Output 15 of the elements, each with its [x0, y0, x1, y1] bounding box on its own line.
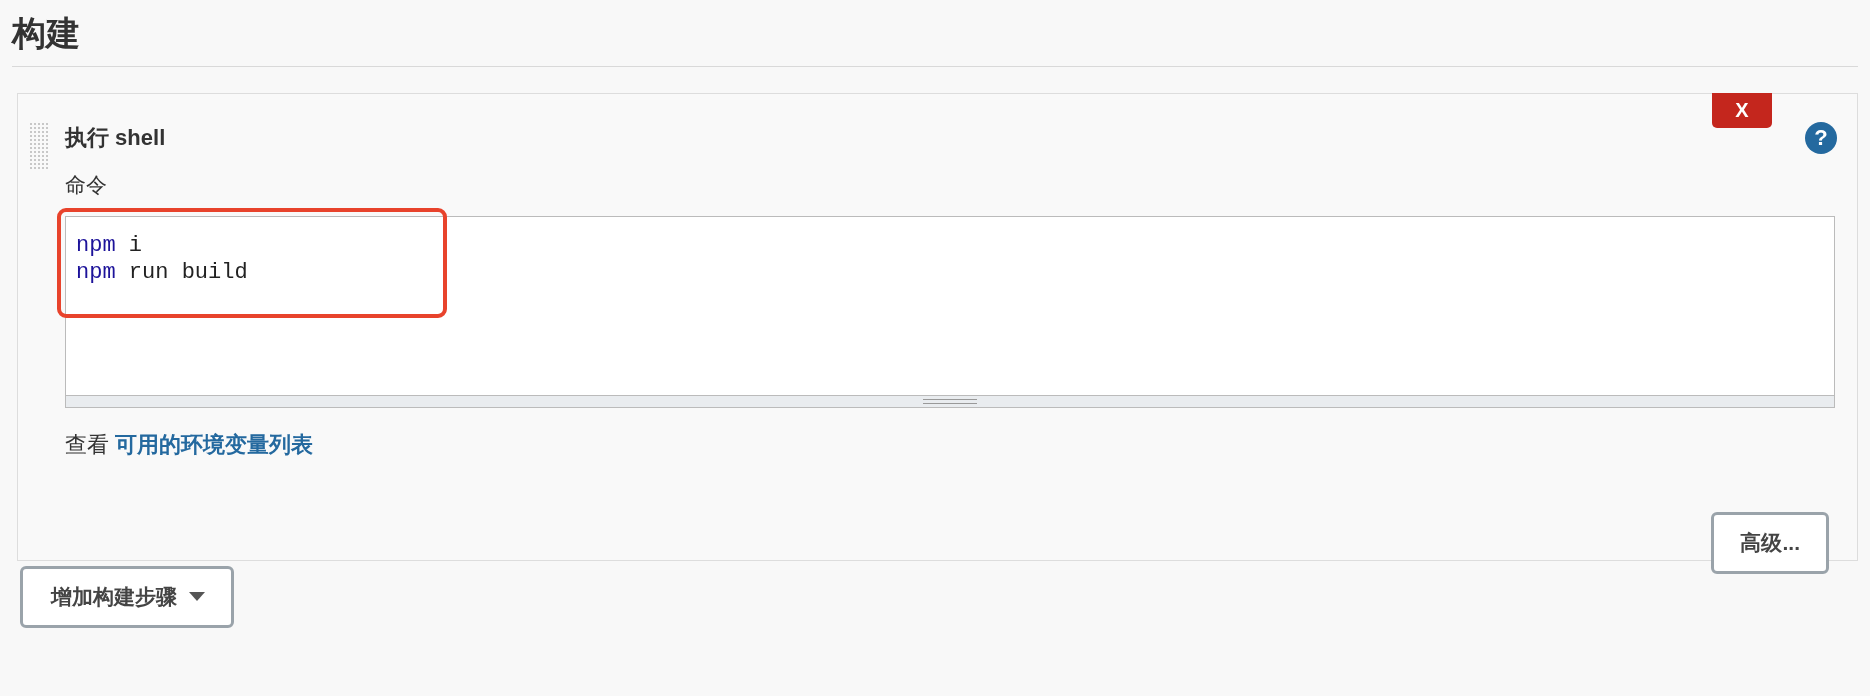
code-line: npm i [76, 232, 142, 259]
command-editor[interactable]: npm i npm run build [65, 216, 1835, 408]
advanced-button[interactable]: 高级... [1711, 512, 1829, 574]
code-line: npm run build [76, 259, 248, 286]
resize-handle[interactable] [66, 395, 1834, 407]
env-hint: 查看 可用的环境变量列表 [65, 431, 314, 459]
drag-handle-icon[interactable] [29, 122, 49, 170]
field-label: 命令 [65, 172, 107, 198]
step-title: 执行 shell [65, 124, 166, 152]
add-step-button[interactable]: 增加构建步骤 [20, 566, 234, 628]
section-title: 构建 [12, 13, 80, 54]
env-vars-link[interactable]: 可用的环境变量列表 [115, 432, 314, 457]
caret-icon [189, 592, 205, 602]
help-button[interactable]: ? [1805, 122, 1837, 154]
delete-button[interactable]: X [1712, 93, 1772, 128]
